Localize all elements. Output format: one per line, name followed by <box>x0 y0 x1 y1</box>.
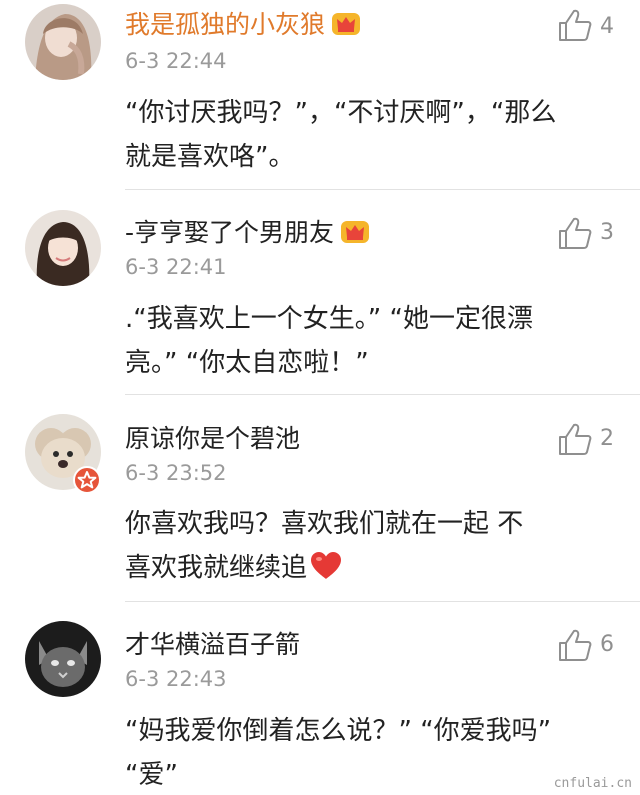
comment-time: 6-3 22:43 <box>125 667 227 691</box>
username[interactable]: 才华横溢百子箭 <box>125 630 300 660</box>
comment-time: 6-3 22:44 <box>125 49 227 73</box>
verified-badge-icon <box>73 466 101 494</box>
comment-time: 6-3 22:41 <box>125 255 227 279</box>
like-button[interactable] <box>557 422 593 456</box>
comment-list: 我是孤独的小灰狼 6-3 22:44 4 “你讨厌我吗？”，“不讨厌啊”，“那么… <box>0 0 640 795</box>
like-count: 2 <box>600 426 614 451</box>
username[interactable]: 我是孤独的小灰狼 <box>125 10 361 40</box>
crown-icon <box>331 11 361 37</box>
crown-icon <box>340 219 370 245</box>
divider <box>125 394 640 395</box>
comment-text-line: “爱” <box>125 760 178 790</box>
watermark: cnfulai.cn <box>553 776 632 791</box>
comment-text-line: “妈我爱你倒着怎么说？” “你爱我吗” <box>125 716 552 746</box>
comment-text: 你喜欢我吗？喜欢我们就在一起 不 喜欢我就继续追 <box>125 502 620 590</box>
comment-text-line: 就是喜欢咯”。 <box>125 142 295 172</box>
like-count: 3 <box>600 220 614 245</box>
like-count: 4 <box>600 14 614 39</box>
comment-text-line: 喜欢我就继续追 <box>125 553 308 583</box>
comment-text-line: 你喜欢我吗？喜欢我们就在一起 不 <box>125 509 524 539</box>
username[interactable]: 原谅你是个碧池 <box>125 424 300 454</box>
like-button[interactable] <box>557 628 593 662</box>
comment-time: 6-3 23:52 <box>125 461 227 485</box>
thumbs-up-icon <box>559 217 592 249</box>
like-button[interactable] <box>557 216 593 250</box>
heart-icon <box>309 551 343 581</box>
avatar[interactable] <box>25 4 101 80</box>
thumbs-up-icon <box>559 629 592 661</box>
comment-text: .“我喜欢上一个女生。” “她一定很漂 亮。” “你太自恋啦！” <box>125 297 620 385</box>
comment-text: “你讨厌我吗？”，“不讨厌啊”，“那么 就是喜欢咯”。 <box>125 91 620 179</box>
divider <box>125 189 640 190</box>
avatar[interactable] <box>25 210 101 286</box>
username-text[interactable]: -亨亨娶了个男朋友 <box>125 218 334 247</box>
username[interactable]: -亨亨娶了个男朋友 <box>125 218 370 248</box>
comment-text-line: “你讨厌我吗？”，“不讨厌啊”，“那么 <box>125 98 557 128</box>
comment-text-line-with-emoji: 喜欢我就继续追 <box>125 546 620 590</box>
thumbs-up-icon <box>559 423 592 455</box>
divider <box>125 601 640 602</box>
like-count: 6 <box>600 632 614 657</box>
username-text[interactable]: 我是孤独的小灰狼 <box>125 10 325 39</box>
comment-text-line: .“我喜欢上一个女生。” “她一定很漂 <box>125 304 533 334</box>
like-button[interactable] <box>557 8 593 42</box>
comment-text: “妈我爱你倒着怎么说？” “你爱我吗” “爱” <box>125 709 620 795</box>
avatar[interactable] <box>25 621 101 697</box>
thumbs-up-icon <box>559 9 592 41</box>
comment-text-line: 亮。” “你太自恋啦！” <box>125 348 369 378</box>
